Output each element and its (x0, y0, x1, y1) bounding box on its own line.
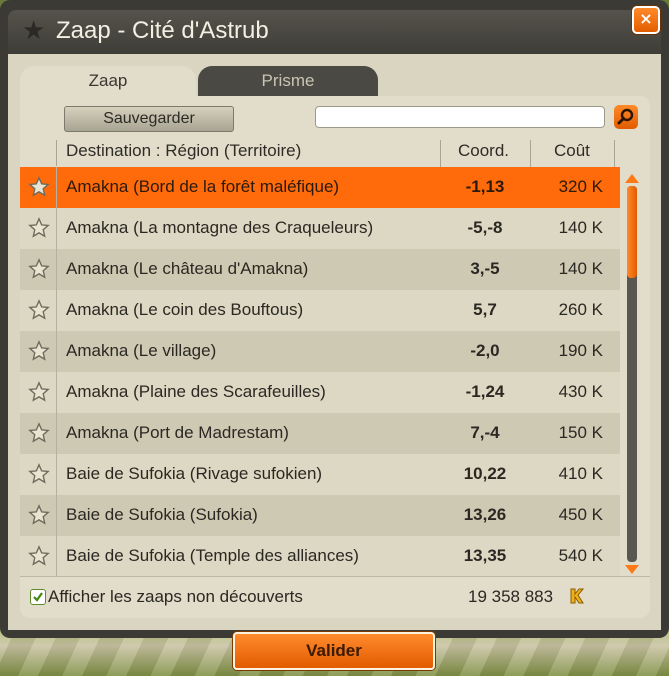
favorite-cell[interactable] (20, 249, 57, 290)
close-button[interactable]: × (632, 6, 660, 34)
destination-name: Amakna (La montagne des Craqueleurs) (66, 218, 374, 237)
tab-content: Sauvegarder Destination : Région (Territ… (20, 96, 650, 618)
tab-prisme[interactable]: Prisme (198, 66, 378, 98)
destination-name: Amakna (Le château d'Amakna) (66, 259, 309, 278)
table-header: Destination : Région (Territoire) Coord.… (20, 136, 650, 166)
star-outline-icon[interactable] (28, 340, 50, 362)
favorite-cell[interactable] (20, 495, 57, 536)
table-body: Amakna (Bord de la forêt maléfique) -1,1… (20, 167, 620, 577)
scroll-up-arrow-icon[interactable] (625, 174, 639, 183)
table-row[interactable]: Amakna (Port de Madrestam) 7,-4 150 K (20, 413, 620, 454)
kama-icon (570, 588, 584, 604)
star-outline-icon[interactable] (28, 176, 50, 198)
star-outline-icon[interactable] (28, 463, 50, 485)
table-footer: Afficher les zaaps non découverts 19 358… (20, 576, 650, 617)
cost: 140 K (558, 259, 603, 278)
show-undiscovered-checkbox[interactable] (30, 589, 46, 605)
window-body: Zaap Prisme Sauvegarder Destination : Ré… (8, 54, 661, 630)
table-row[interactable]: Amakna (Le château d'Amakna) 3,-5 140 K (20, 249, 620, 290)
cost: 430 K (558, 382, 603, 401)
cost: 260 K (558, 300, 603, 319)
search-input[interactable] (315, 106, 605, 128)
coordinates: 10,22 (463, 464, 507, 483)
table-row[interactable]: Baie de Sufokia (Temple des alliances) 1… (20, 536, 620, 577)
scroll-down-arrow-icon[interactable] (625, 565, 639, 574)
destination-name: Amakna (Port de Madrestam) (66, 423, 289, 442)
cost: 320 K (558, 177, 603, 196)
check-icon (33, 592, 43, 602)
show-undiscovered-label[interactable]: Afficher les zaaps non découverts (48, 587, 303, 607)
window-title: Zaap - Cité d'Astrub (56, 17, 269, 44)
star-outline-icon[interactable] (28, 545, 50, 567)
star-outline-icon[interactable] (28, 258, 50, 280)
table-row[interactable]: Amakna (Le coin des Bouftous) 5,7 260 K (20, 290, 620, 331)
favorite-cell[interactable] (20, 331, 57, 372)
coordinates: -1,24 (465, 382, 505, 401)
tab-zaap[interactable]: Zaap (20, 66, 196, 98)
coordinates: -5,-8 (467, 218, 503, 237)
destination-table: Destination : Région (Territoire) Coord.… (20, 136, 650, 577)
favorite-cell[interactable] (20, 372, 57, 413)
cost: 410 K (558, 464, 603, 483)
destination-name: Baie de Sufokia (Rivage sufokien) (66, 464, 323, 483)
zaap-window: ★ Zaap - Cité d'Astrub × Zaap Prisme Sau… (0, 0, 669, 638)
coordinates: 7,-4 (470, 423, 500, 442)
star-outline-icon[interactable] (28, 504, 50, 526)
destination-name: Baie de Sufokia (Temple des alliances) (66, 546, 359, 565)
destination-name: Amakna (Le village) (66, 341, 217, 360)
cost: 450 K (558, 505, 603, 524)
table-row[interactable]: Baie de Sufokia (Sufokia) 13,26 450 K (20, 495, 620, 536)
search-button[interactable] (614, 105, 638, 129)
destination-name: Baie de Sufokia (Sufokia) (66, 505, 258, 524)
coordinates: -2,0 (470, 341, 500, 360)
save-button[interactable]: Sauvegarder (64, 106, 234, 132)
star-outline-icon[interactable] (28, 217, 50, 239)
favorite-cell[interactable] (20, 208, 57, 249)
coordinates: 13,35 (463, 546, 507, 565)
coordinates: -1,13 (465, 177, 505, 196)
destination-name: Amakna (Le coin des Bouftous) (66, 300, 304, 319)
table-row[interactable]: Amakna (Le village) -2,0 190 K (20, 331, 620, 372)
favorite-cell[interactable] (20, 454, 57, 495)
coordinates: 3,-5 (470, 259, 500, 278)
kamas-amount: 19 358 883 (468, 587, 554, 606)
favorite-cell[interactable] (20, 290, 57, 331)
column-header-coord[interactable]: Coord. (458, 141, 509, 161)
coordinates: 13,26 (463, 505, 507, 524)
table-row[interactable]: Amakna (Bord de la forêt maléfique) -1,1… (20, 167, 620, 208)
column-divider (56, 140, 57, 166)
destination-name: Amakna (Plaine des Scarafeuilles) (66, 382, 326, 401)
scroll-thumb[interactable] (627, 186, 637, 278)
star-outline-icon[interactable] (28, 299, 50, 321)
table-row[interactable]: Baie de Sufokia (Rivage sufokien) 10,22 … (20, 454, 620, 495)
scrollbar[interactable] (624, 172, 640, 576)
star-outline-icon[interactable] (28, 422, 50, 444)
favorite-cell[interactable] (20, 413, 57, 454)
cost: 190 K (558, 341, 603, 360)
destination-name: Amakna (Bord de la forêt maléfique) (66, 177, 340, 196)
validate-button[interactable]: Valider (233, 632, 435, 670)
coordinates: 5,7 (473, 300, 497, 319)
favorite-cell[interactable] (20, 167, 57, 208)
star-icon[interactable]: ★ (22, 18, 46, 44)
title-bar[interactable]: ★ Zaap - Cité d'Astrub (8, 10, 661, 54)
table-row[interactable]: Amakna (La montagne des Craqueleurs) -5,… (20, 208, 620, 249)
column-header-cost[interactable]: Coût (554, 141, 590, 161)
column-header-destination[interactable]: Destination : Région (Territoire) (66, 141, 301, 161)
cost: 140 K (558, 218, 603, 237)
cost: 540 K (558, 546, 603, 565)
table-row[interactable]: Amakna (Plaine des Scarafeuilles) -1,24 … (20, 372, 620, 413)
cost: 150 K (558, 423, 603, 442)
favorite-cell[interactable] (20, 536, 57, 577)
star-outline-icon[interactable] (28, 381, 50, 403)
magnifier-icon (617, 108, 634, 125)
